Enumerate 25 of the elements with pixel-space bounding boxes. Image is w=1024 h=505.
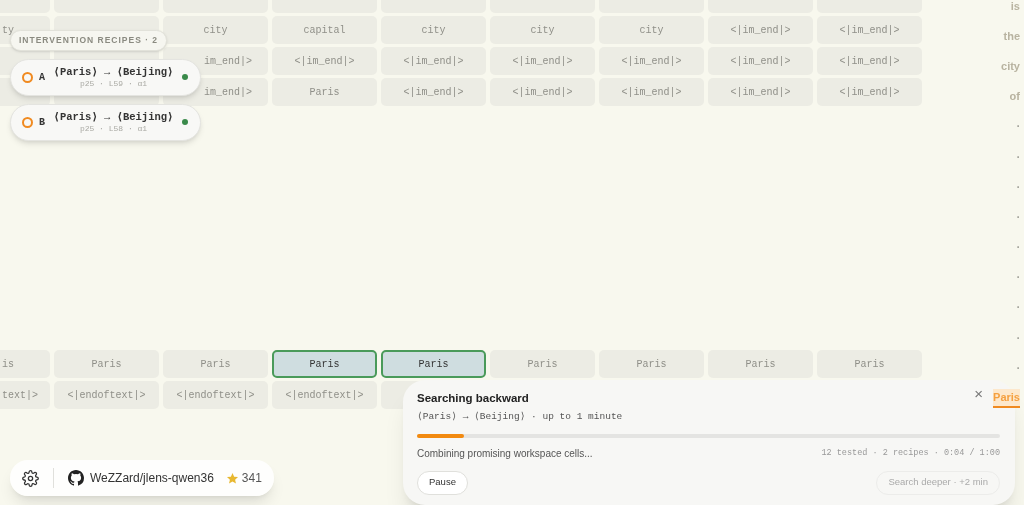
- output-token: city: [1001, 59, 1020, 75]
- panel-subtitle: ⟨Paris⟩ → ⟨Beijing⟩ · up to 1 minute: [417, 410, 623, 425]
- output-token: Paris: [993, 389, 1020, 408]
- recipe-meta: p25 · L59 · α1: [79, 78, 148, 89]
- dot-marker: ·: [1016, 241, 1020, 256]
- dot-marker: ·: [1016, 150, 1020, 165]
- star-count: 341: [241, 470, 262, 487]
- output-token: of: [1009, 89, 1020, 105]
- status-text: Combining promising workspace cells...: [417, 446, 593, 461]
- output-token: is: [1010, 0, 1020, 14]
- repo-name: WeZZard/jlens-qwen36: [90, 470, 214, 487]
- panel-title: Searching backward: [417, 391, 530, 406]
- dot-marker: ·: [1016, 271, 1020, 286]
- recipe-letter: B: [39, 115, 45, 130]
- dot-marker: ·: [1016, 120, 1020, 135]
- stats-text: 12 tested · 2 recipes · 0:04 / 1:00: [821, 446, 1000, 460]
- dot-marker: ·: [1016, 180, 1020, 195]
- dot-marker: ·: [1016, 301, 1020, 316]
- dot-marker: ·: [1016, 210, 1020, 225]
- dot-marker: ·: [1016, 361, 1020, 376]
- recipe-title: ⟨Paris⟩ → ⟨Beijing⟩: [53, 110, 174, 124]
- recipe-letter: A: [39, 70, 45, 85]
- output-token: the: [1003, 29, 1020, 45]
- dot-marker: ·: [1016, 331, 1020, 346]
- recipe-meta: p25 · L58 · α1: [79, 123, 148, 134]
